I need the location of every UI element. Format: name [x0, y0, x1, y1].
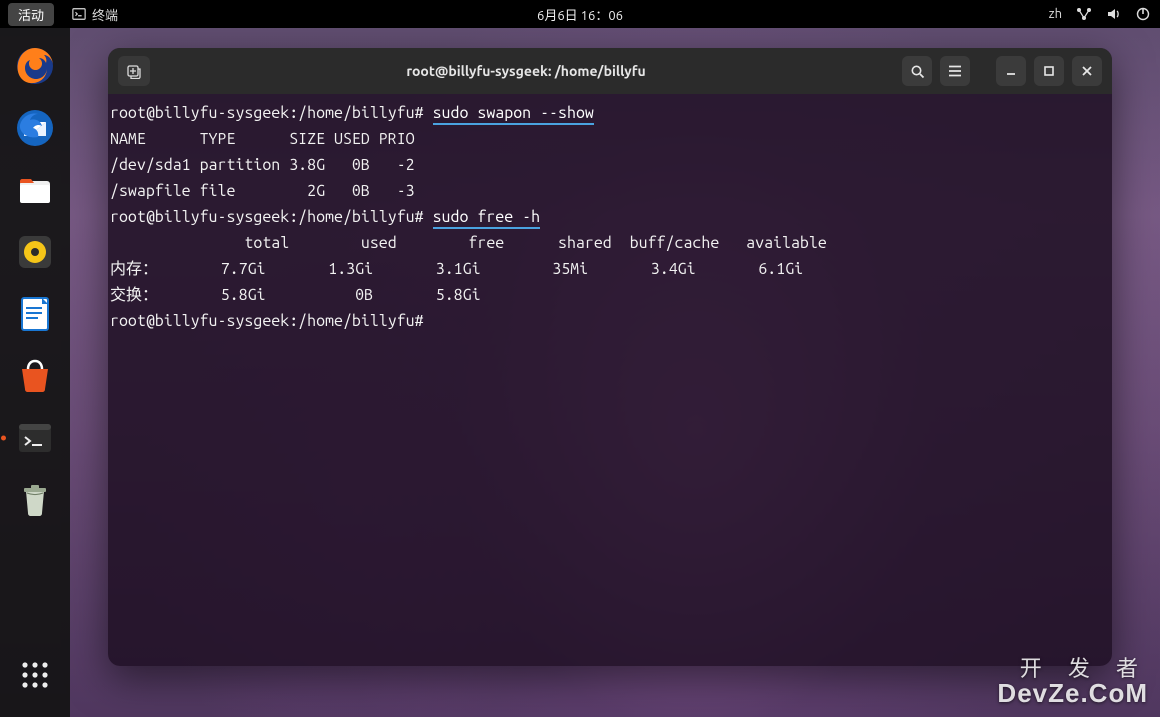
- free-row: 内存： 7.7Gi 1.3Gi 3.1Gi 35Mi 3.4Gi 6.1Gi: [110, 260, 803, 278]
- volume-icon[interactable]: [1106, 7, 1122, 21]
- minimize-icon: [1005, 65, 1017, 77]
- command-2: sudo free -h: [433, 208, 541, 229]
- network-icon[interactable]: [1076, 7, 1092, 21]
- new-tab-button[interactable]: [118, 56, 150, 86]
- prompt: root@billyfu-sysgeek:/home/billyfu#: [110, 104, 424, 122]
- terminal-small-icon: [72, 7, 86, 21]
- software-store-icon[interactable]: [11, 352, 59, 400]
- input-method-indicator[interactable]: zh: [1049, 7, 1062, 21]
- system-tray: zh: [1049, 7, 1150, 21]
- show-applications-button[interactable]: [11, 651, 59, 699]
- swapon-row: /dev/sda1 partition 3.8G 0B -2: [110, 156, 415, 174]
- rhythmbox-icon[interactable]: [11, 228, 59, 276]
- free-row: 交换： 5.8Gi 0B 5.8Gi: [110, 286, 481, 304]
- current-app-indicator[interactable]: 终端: [72, 5, 118, 24]
- search-button[interactable]: [902, 56, 932, 86]
- close-icon: [1081, 65, 1093, 77]
- swapon-header: NAME TYPE SIZE USED PRIO: [110, 130, 415, 148]
- prompt: root@billyfu-sysgeek:/home/billyfu#: [110, 208, 424, 226]
- watermark: 开 发 者 DevZe.CoM: [997, 657, 1148, 707]
- firefox-icon[interactable]: [11, 42, 59, 90]
- terminal-icon[interactable]: [11, 414, 59, 462]
- files-icon[interactable]: [11, 166, 59, 214]
- thunderbird-icon[interactable]: [11, 104, 59, 152]
- command-1: sudo swapon --show: [433, 104, 594, 125]
- hamburger-menu-button[interactable]: [940, 56, 970, 86]
- new-tab-icon: [126, 63, 142, 79]
- libreoffice-writer-icon[interactable]: [11, 290, 59, 338]
- trash-icon[interactable]: [11, 476, 59, 524]
- activities-button[interactable]: 活动: [8, 3, 54, 26]
- current-app-name: 终端: [92, 5, 118, 24]
- dock: [0, 28, 70, 717]
- terminal-title: root@billyfu-sysgeek: /home/billyfu: [158, 63, 894, 79]
- watermark-line1: 开 发 者: [997, 657, 1148, 680]
- maximize-icon: [1043, 65, 1055, 77]
- watermark-line2: DevZe.CoM: [997, 680, 1148, 707]
- terminal-body[interactable]: root@billyfu-sysgeek:/home/billyfu# sudo…: [108, 94, 1112, 666]
- terminal-window: root@billyfu-sysgeek: /home/billyfu root…: [108, 48, 1112, 666]
- free-header: total used free shared buff/cache availa…: [110, 234, 827, 252]
- maximize-button[interactable]: [1034, 56, 1064, 86]
- clock[interactable]: 6月6日 16：06: [537, 5, 623, 24]
- hamburger-icon: [948, 65, 962, 77]
- prompt: root@billyfu-sysgeek:/home/billyfu#: [110, 312, 424, 330]
- power-icon[interactable]: [1136, 7, 1150, 21]
- search-icon: [910, 64, 925, 79]
- close-button[interactable]: [1072, 56, 1102, 86]
- gnome-top-bar: 活动 终端 6月6日 16：06 zh: [0, 0, 1160, 28]
- minimize-button[interactable]: [996, 56, 1026, 86]
- swapon-row: /swapfile file 2G 0B -3: [110, 182, 415, 200]
- terminal-titlebar: root@billyfu-sysgeek: /home/billyfu: [108, 48, 1112, 94]
